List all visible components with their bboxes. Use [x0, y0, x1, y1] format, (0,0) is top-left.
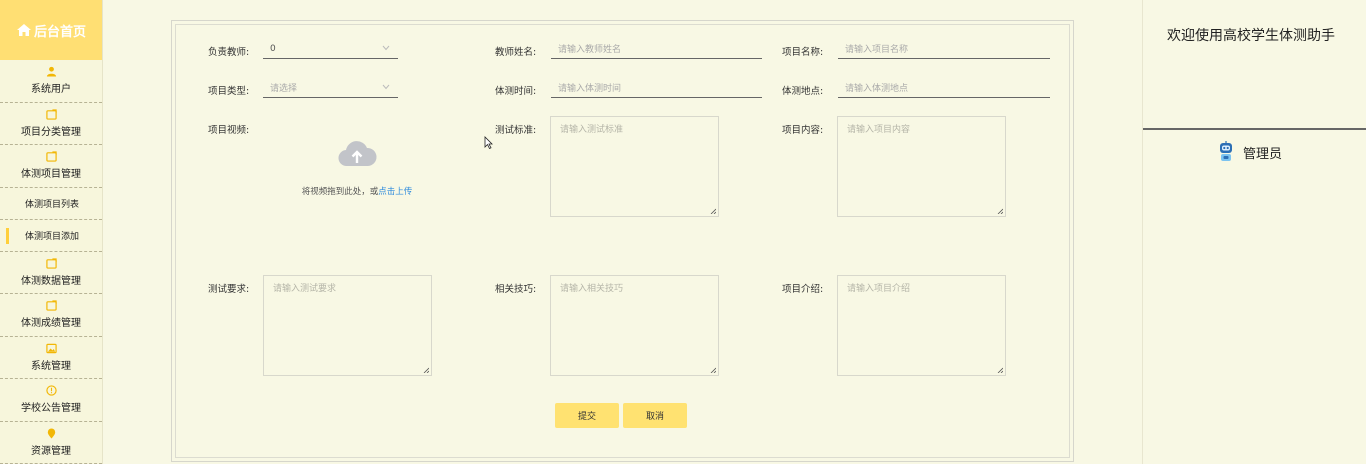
- resize-grip-icon[interactable]: [997, 367, 1003, 373]
- robot-avatar-icon: [1220, 141, 1232, 161]
- panel-divider: [1143, 128, 1366, 130]
- folder-icon: [45, 109, 57, 120]
- sidebar-item-label: 体测成绩管理: [21, 318, 81, 330]
- sidebar-subitem-label: 体测项目添加: [25, 231, 80, 242]
- video-upload-area[interactable]: 将视频拖到此处，或点击上传: [292, 139, 422, 197]
- sidebar-item-system-users[interactable]: 系统用户: [0, 60, 102, 103]
- chevron-down-icon: [382, 84, 390, 90]
- sidebar-item-label: 体测项目管理: [21, 169, 81, 181]
- project-name-placeholder: 请输入项目名称: [845, 45, 909, 55]
- location-placeholder: 请输入体测地点: [845, 84, 909, 94]
- resize-grip-icon[interactable]: [423, 367, 429, 373]
- teacher-select-value: 0: [270, 43, 276, 54]
- tips-placeholder: 请输入相关技巧: [560, 284, 624, 294]
- location-icon: [47, 428, 55, 439]
- sidebar-item-project-category[interactable]: 项目分类管理: [0, 103, 102, 145]
- project-add-form: 负责教师: 0 教师姓名: 请输入教师姓名 项目名称: 请输入项目名称 项目类型…: [171, 20, 1074, 462]
- folder-icon: [45, 300, 57, 311]
- requirement-placeholder: 请输入测试要求: [273, 284, 337, 294]
- sidebar-item-system-management[interactable]: 系统管理: [0, 337, 102, 379]
- requirement-label: 测试要求:: [208, 284, 250, 295]
- sidebar-item-fitness-data[interactable]: 体测数据管理: [0, 252, 102, 294]
- welcome-text: 欢迎使用高校学生体测助手: [1167, 28, 1335, 44]
- sidebar-item-label: 项目分类管理: [21, 126, 81, 138]
- requirement-textarea[interactable]: 请输入测试要求: [263, 275, 432, 376]
- sidebar-item-label: 系统用户: [31, 84, 71, 96]
- teacher-name-input[interactable]: 请输入教师姓名: [551, 39, 762, 59]
- tips-textarea[interactable]: 请输入相关技巧: [550, 275, 719, 376]
- sidebar-item-school-announcement[interactable]: 学校公告管理: [0, 379, 102, 422]
- standard-label: 测试标准:: [495, 125, 537, 136]
- sidebar-item-resource-management[interactable]: 资源管理: [0, 422, 102, 464]
- cancel-button[interactable]: 取消: [623, 403, 687, 428]
- home-icon: [16, 24, 31, 36]
- content-placeholder: 请输入项目内容: [847, 125, 911, 135]
- teacher-select[interactable]: 0: [263, 39, 398, 59]
- resize-grip-icon[interactable]: [710, 367, 716, 373]
- time-label: 体测时间:: [495, 86, 537, 97]
- tips-label: 相关技巧:: [495, 284, 537, 295]
- resize-grip-icon[interactable]: [710, 208, 716, 214]
- upload-text: 将视频拖到此处，或: [301, 187, 379, 197]
- brand-label: 后台首页: [33, 24, 86, 40]
- sidebar-item-fitness-project[interactable]: 体测项目管理: [0, 145, 102, 188]
- user-badge[interactable]: 管理员: [1217, 141, 1282, 163]
- sidebar-item-label: 学校公告管理: [21, 403, 81, 415]
- location-input[interactable]: 请输入体测地点: [838, 78, 1050, 98]
- content-label: 项目内容:: [782, 125, 824, 136]
- info-icon: [45, 385, 57, 396]
- intro-placeholder: 请输入项目介绍: [847, 284, 911, 294]
- mouse-cursor-icon: [484, 136, 493, 149]
- image-icon: [45, 343, 57, 353]
- folder-icon: [45, 151, 57, 162]
- chevron-down-icon: [382, 45, 390, 51]
- standard-textarea[interactable]: 请输入测试标准: [550, 116, 719, 217]
- submit-button[interactable]: 提交: [555, 403, 619, 428]
- sidebar-item-fitness-scores[interactable]: 体测成绩管理: [0, 294, 102, 337]
- resize-grip-icon[interactable]: [997, 208, 1003, 214]
- video-label: 项目视频:: [208, 125, 250, 136]
- sidebar-subitem-project-add[interactable]: 体测项目添加: [0, 220, 102, 252]
- type-label: 项目类型:: [208, 86, 250, 97]
- folder-icon: [45, 258, 57, 269]
- type-select[interactable]: 请选择: [263, 78, 398, 98]
- home-link[interactable]: 后台首页: [0, 0, 102, 60]
- user-role-label: 管理员: [1243, 146, 1283, 162]
- sidebar-item-label: 资源管理: [31, 445, 71, 457]
- teacher-name-label: 教师姓名:: [495, 47, 537, 58]
- cloud-upload-icon: [338, 141, 377, 167]
- upload-link[interactable]: 点击上传: [378, 187, 412, 197]
- sidebar-subitem-project-list[interactable]: 体测项目列表: [0, 188, 102, 220]
- intro-label: 项目介绍:: [782, 284, 824, 295]
- teacher-label: 负责教师:: [208, 47, 250, 58]
- user-icon: [46, 67, 56, 77]
- teacher-name-placeholder: 请输入教师姓名: [558, 45, 622, 55]
- content-textarea[interactable]: 请输入项目内容: [837, 116, 1006, 217]
- project-name-label: 项目名称:: [782, 47, 824, 58]
- location-label: 体测地点:: [782, 86, 824, 97]
- sidebar-subitem-label: 体测项目列表: [25, 199, 80, 210]
- intro-textarea[interactable]: 请输入项目介绍: [837, 275, 1006, 376]
- sidebar: 后台首页 系统用户 项目分类管理 体测项目管理 体测项目列表 体测项目添加 体测…: [0, 0, 103, 464]
- type-select-placeholder: 请选择: [270, 84, 298, 94]
- project-name-input[interactable]: 请输入项目名称: [838, 39, 1050, 59]
- time-input[interactable]: 请输入体测时间: [551, 78, 762, 98]
- right-panel: 欢迎使用高校学生体测助手 管理员: [1142, 0, 1366, 464]
- sidebar-item-label: 系统管理: [31, 360, 71, 372]
- sidebar-item-label: 体测数据管理: [21, 275, 81, 287]
- time-placeholder: 请输入体测时间: [558, 84, 622, 94]
- standard-placeholder: 请输入测试标准: [560, 125, 624, 135]
